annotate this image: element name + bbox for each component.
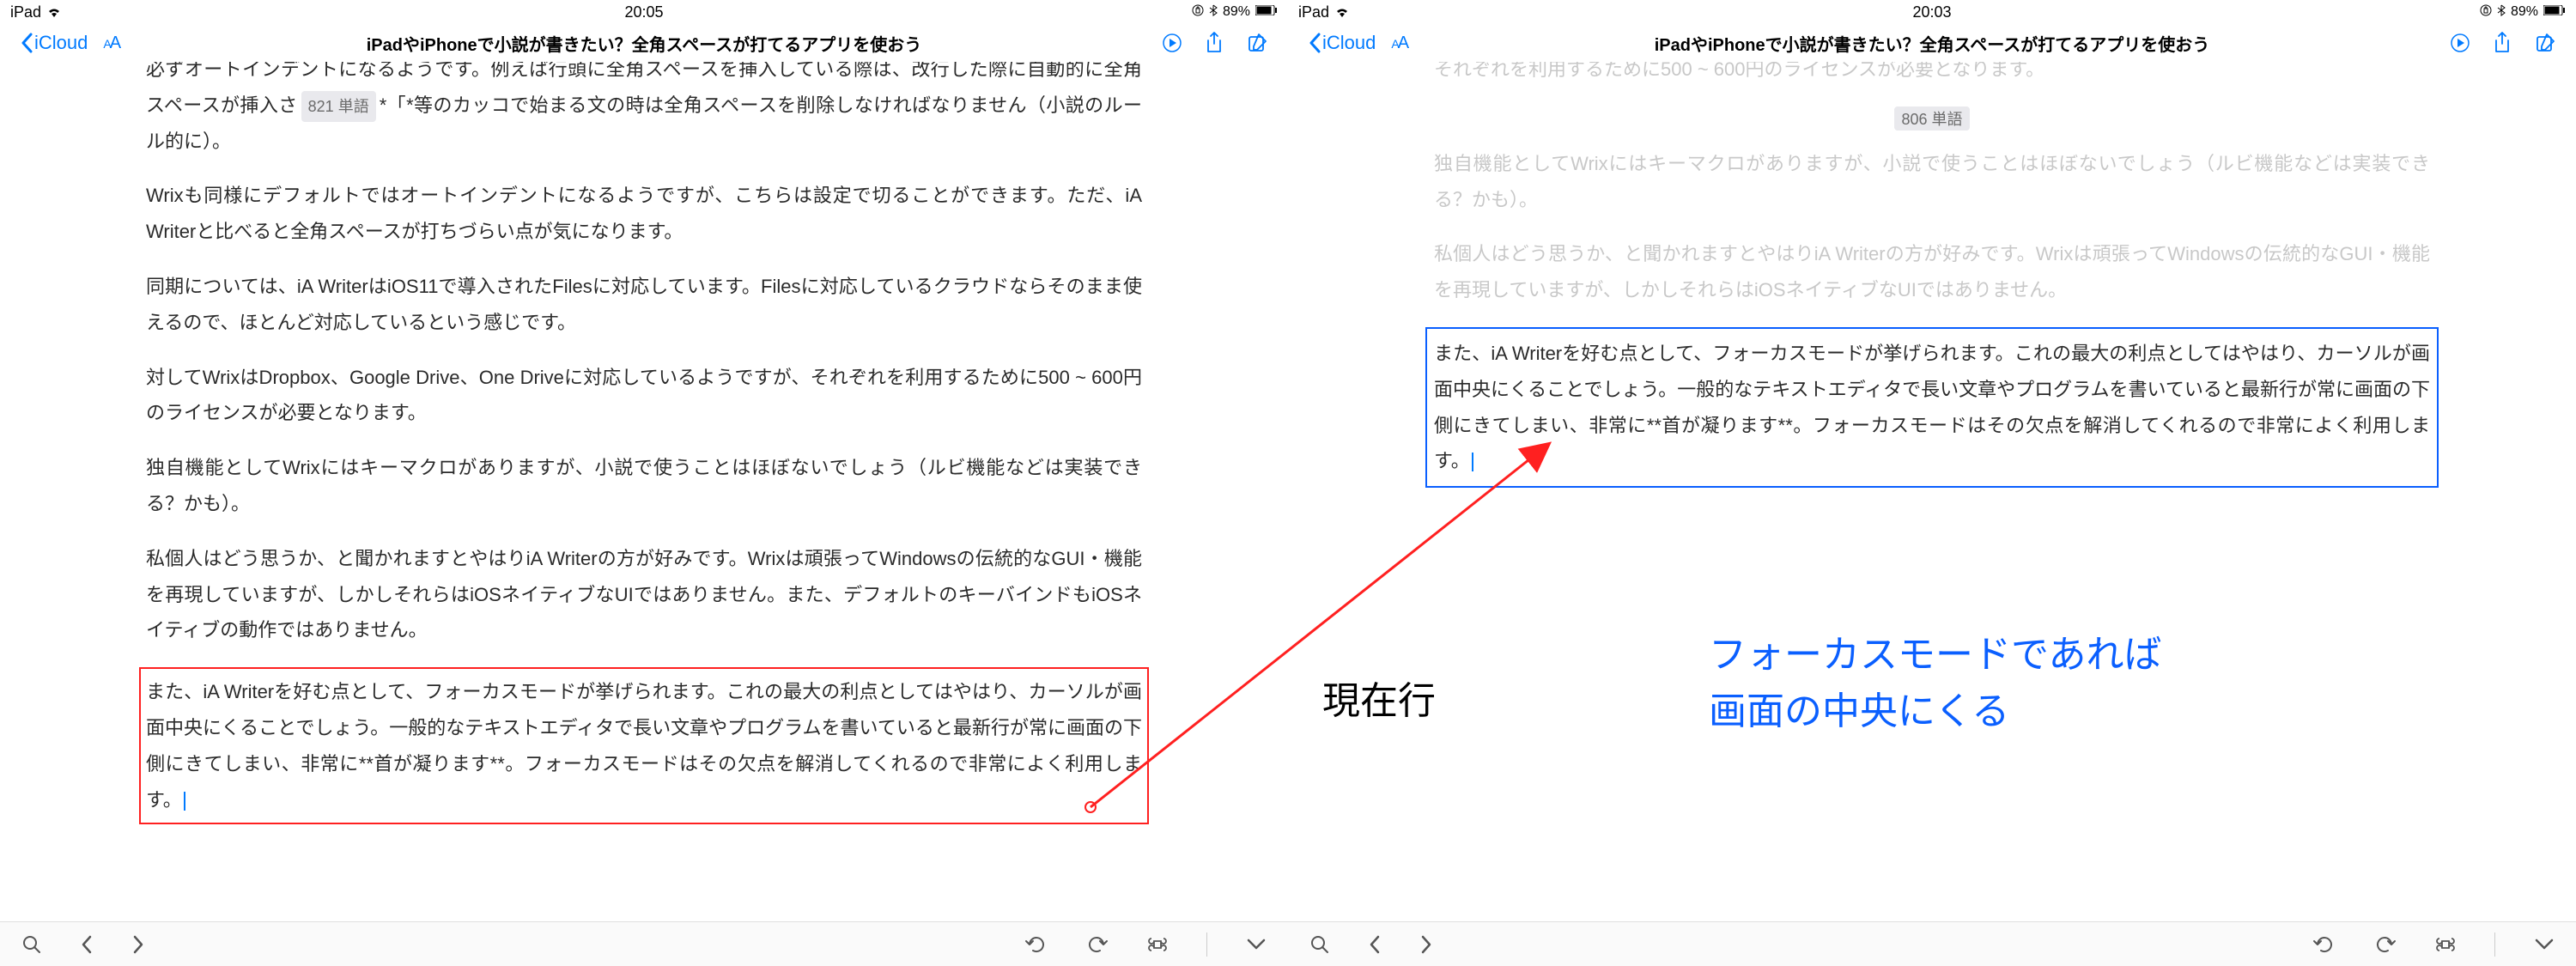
font-size-button[interactable]: AA	[1391, 33, 1407, 53]
orientation-lock-icon	[2480, 4, 2492, 21]
bottom-toolbar	[0, 921, 1288, 966]
bluetooth-icon	[2497, 4, 2506, 21]
text-caret	[184, 792, 185, 811]
compose-icon[interactable]	[1247, 33, 1267, 53]
font-size-button[interactable]: AA	[103, 33, 119, 53]
bluetooth-icon	[1209, 4, 1218, 21]
undo-icon[interactable]	[2312, 936, 2335, 953]
editor-content[interactable]: それぞれを利用するために500 ~ 600円のライセンスが必要となります。 80…	[1288, 62, 2576, 921]
paragraph: Wrixも同様にデフォルトではオートインデントになるようですが、こちらは設定で切…	[146, 178, 1142, 250]
device-label: iPad	[10, 3, 41, 21]
device-label: iPad	[1298, 3, 1329, 21]
search-icon[interactable]	[1310, 935, 1329, 954]
clock: 20:03	[1912, 3, 1951, 21]
paragraph-dimmed: 独自機能としてWrixにはキーマクロがありますが、小説で使うことはほぼないでしょ…	[1434, 146, 2430, 218]
play-icon[interactable]	[1163, 33, 1182, 52]
command-icon[interactable]	[1148, 935, 1167, 954]
nav-bar: iCloud AA iPadやiPhoneで小説が書きたい？全角スペースが打てる…	[0, 24, 1288, 62]
back-label: iCloud	[34, 32, 88, 54]
back-label: iCloud	[1322, 32, 1376, 54]
paragraph: 同期については、iA WriterはiOS11で導入されたFilesに対応してい…	[146, 269, 1142, 341]
undo-icon[interactable]	[1024, 936, 1047, 953]
editor-content[interactable]: 必ずオートインデントになるようです。例えば行頭に全角スペースを挿入している際は、…	[0, 62, 1288, 921]
paragraph: 私個人はどう思うか、と聞かれますとやはりiA Writerの方が好みです。Wri…	[146, 541, 1142, 648]
wifi-icon	[1334, 6, 1350, 18]
paragraph: 独自機能としてWrixにはキーマクロがありますが、小説で使うことはほぼないでしょ…	[146, 450, 1142, 522]
play-icon[interactable]	[2451, 33, 2470, 52]
nav-bar: iCloud AA iPadやiPhoneで小説が書きたい？全角スペースが打てる…	[1288, 24, 2576, 62]
paragraph-dimmed: それぞれを利用するために500 ~ 600円のライセンスが必要となります。	[1434, 62, 2430, 88]
redo-icon[interactable]	[1086, 936, 1109, 953]
status-bar: iPad 20:05 89%	[0, 0, 1288, 24]
paragraph: 必ずオートインデントになるようです。例えば行頭に全角スペースを挿入している際は、…	[146, 62, 1142, 159]
next-icon[interactable]	[132, 935, 144, 954]
clock: 20:05	[624, 3, 663, 21]
screenshot-right: iPad 20:03 89% iCloud AA iPadやiPhoneで小説が…	[1288, 0, 2576, 966]
chevron-down-icon[interactable]	[1247, 939, 1266, 951]
prev-icon[interactable]	[1369, 935, 1381, 954]
battery-percent: 89%	[2511, 4, 2538, 20]
focus-line-highlight: また、iA Writerを好む点として、フォーカスモードが挙げられます。これの最…	[1425, 327, 2439, 488]
battery-percent: 89%	[1223, 4, 1250, 20]
battery-icon	[1255, 4, 1278, 20]
compose-icon[interactable]	[2535, 33, 2555, 53]
screenshot-left: iPad 20:05 89% iCloud AA iPadやiPhoneで小説が…	[0, 0, 1288, 966]
document-title: iPadやiPhoneで小説が書きたい？全角スペースが打てるアプリを使おう	[367, 31, 922, 56]
back-button[interactable]: iCloud	[1309, 32, 1376, 54]
bottom-toolbar	[1288, 921, 2576, 966]
paragraph-dimmed: 私個人はどう思うか、と聞かれますとやはりiA Writerの方が好みです。Wri…	[1434, 236, 2430, 308]
chevron-down-icon[interactable]	[2535, 939, 2554, 951]
status-bar: iPad 20:03 89%	[1288, 0, 2576, 24]
word-count-badge: 821 単語	[301, 91, 376, 122]
battery-icon	[2543, 4, 2566, 20]
current-line-highlight: また、iA Writerを好む点として、フォーカスモードが挙げられます。これの最…	[139, 667, 1149, 824]
toolbar-separator	[1206, 933, 1207, 957]
text-caret	[1472, 453, 1473, 471]
share-icon[interactable]	[1206, 32, 1223, 54]
search-icon[interactable]	[22, 935, 41, 954]
word-count-badge: 806 単語	[1894, 106, 1969, 131]
paragraph: また、iA Writerを好む点として、フォーカスモードが挙げられます。これの最…	[146, 674, 1142, 817]
toolbar-separator	[2494, 933, 2495, 957]
paragraph: また、iA Writerを好む点として、フォーカスモードが挙げられます。これの最…	[1434, 336, 2430, 479]
share-icon[interactable]	[2494, 32, 2511, 54]
command-icon[interactable]	[2436, 935, 2455, 954]
wifi-icon	[46, 6, 62, 18]
redo-icon[interactable]	[2374, 936, 2397, 953]
orientation-lock-icon	[1192, 4, 1204, 21]
back-button[interactable]: iCloud	[21, 32, 88, 54]
prev-icon[interactable]	[81, 935, 93, 954]
paragraph: 対してWrixはDropbox、Google Drive、One Driveに対…	[146, 360, 1142, 432]
document-title: iPadやiPhoneで小説が書きたい？全角スペースが打てるアプリを使おう	[1655, 31, 2210, 56]
next-icon[interactable]	[1420, 935, 1432, 954]
